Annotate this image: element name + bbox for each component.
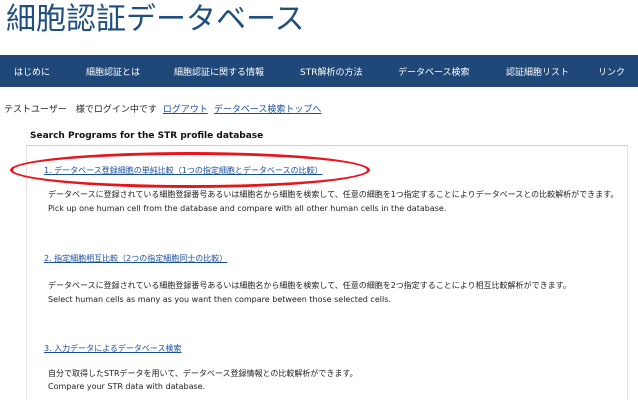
login-status-text: テストユーザー 様でログイン中です bbox=[4, 105, 157, 115]
program-desc-ja: データベースに登録されている細胞登録番号あるいは細胞名から細胞を検索して、任意の… bbox=[48, 281, 571, 290]
nav-item-links[interactable]: リンク bbox=[598, 65, 625, 78]
nav-item-authentication-info[interactable]: 細胞認証に関する情報 bbox=[174, 65, 264, 78]
nav-item-intro[interactable]: はじめに bbox=[14, 65, 50, 78]
panel-body bbox=[26, 146, 628, 400]
login-status: テストユーザー 様でログイン中です ログアウト データベース検索トップへ bbox=[4, 102, 321, 115]
main-nav: はじめに 細胞認証とは 細胞認証に関する情報 STR解析の方法 データベース検索… bbox=[0, 55, 638, 87]
program-desc-en: Pick up one human cell from the database… bbox=[48, 204, 447, 213]
program-desc-ja: 自分で取得したSTRデータを用いて、データベース登録情報との比較解析ができます。 bbox=[48, 369, 358, 378]
logout-link[interactable]: ログアウト bbox=[163, 105, 208, 115]
nav-item-database-search[interactable]: データベース検索 bbox=[398, 65, 470, 78]
nav-item-about-authentication[interactable]: 細胞認証とは bbox=[86, 65, 140, 78]
program-desc-ja: データベースに登録されている細胞登録番号あるいは細胞名から細胞を検索して、任意の… bbox=[48, 190, 619, 199]
program-desc-en: Compare your STR data with database. bbox=[48, 382, 206, 391]
program-link-input-search[interactable]: 3. 入力データによるデータベース検索 bbox=[44, 343, 182, 354]
site-title: 細胞認証データベース bbox=[6, 2, 305, 37]
nav-item-str-method[interactable]: STR解析の方法 bbox=[300, 65, 362, 78]
nav-item-cell-list[interactable]: 認証細胞リスト bbox=[506, 65, 569, 78]
panel-title: Search Programs for the STR profile data… bbox=[26, 126, 628, 146]
database-top-link[interactable]: データベース検索トップへ bbox=[214, 105, 322, 115]
program-link-single-compare[interactable]: 1. データベース登録細胞の単純比較（1つの指定細胞とデータベースの比較） bbox=[44, 165, 322, 176]
program-link-mutual-compare[interactable]: 2. 指定細胞相互比較（2つの指定細胞同士の比較） bbox=[44, 253, 227, 264]
program-desc-en: Select human cells as many as you want t… bbox=[48, 295, 391, 304]
